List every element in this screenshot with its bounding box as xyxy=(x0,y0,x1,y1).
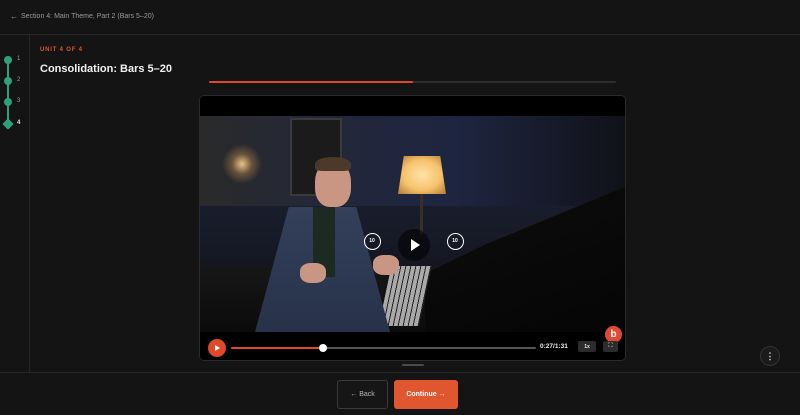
page-title: Consolidation: Bars 5–20 xyxy=(40,63,173,75)
step-rail: 1 2 3 4 xyxy=(0,35,30,372)
more-vertical-icon: ⋮ xyxy=(765,350,775,361)
player-controls: 0:27/1:31 1x ⛶ xyxy=(200,337,625,360)
presenter-hair xyxy=(315,157,351,171)
step-rail-line xyxy=(7,60,9,124)
seek-bar[interactable] xyxy=(231,344,536,352)
rewind-icon: 10 xyxy=(363,232,381,250)
seek-handle[interactable] xyxy=(318,344,327,352)
step-1[interactable]: 1 xyxy=(4,55,28,65)
play-button[interactable] xyxy=(208,339,226,357)
footer-bar: ← Back Continue → xyxy=(0,372,800,415)
seek-played xyxy=(231,347,323,349)
play-icon xyxy=(410,239,420,251)
step-number: 3 xyxy=(17,98,21,104)
top-bar: ← Section 4: Main Theme, Part 2 (Bars 5–… xyxy=(0,0,800,35)
play-icon xyxy=(215,345,220,351)
scene-lamp-pole xyxy=(420,194,423,234)
fullscreen-button[interactable]: ⛶ xyxy=(603,341,618,352)
step-3[interactable]: 3 xyxy=(4,97,28,107)
back-button-label: Back xyxy=(359,391,375,398)
arrow-left-icon: ← xyxy=(350,391,358,398)
arrow-left-icon: ← xyxy=(10,12,18,21)
center-play-button[interactable] xyxy=(398,229,430,261)
step-dot-icon xyxy=(4,56,12,64)
scene-piano xyxy=(425,186,625,332)
section-back-label: Section 4: Main Theme, Part 2 (Bars 5–20… xyxy=(21,13,154,20)
playback-speed-button[interactable]: 1x xyxy=(578,341,596,352)
step-current-icon xyxy=(2,118,14,130)
resize-handle[interactable] xyxy=(402,364,424,366)
presenter-hand-right xyxy=(373,255,399,275)
more-options-button[interactable]: ⋮ xyxy=(760,346,780,366)
rewind-button[interactable]: 10 xyxy=(360,229,384,253)
continue-button-label: Continue xyxy=(406,391,437,398)
forward-icon: 10 xyxy=(446,232,464,250)
step-dot-icon xyxy=(4,98,12,106)
video-frame[interactable]: 10 10 ✱ xyxy=(200,116,625,332)
forward-button[interactable]: 10 xyxy=(443,229,467,253)
step-number: 4 xyxy=(17,120,21,126)
section-back-link[interactable]: ← Section 4: Main Theme, Part 2 (Bars 5–… xyxy=(10,12,154,21)
step-number: 1 xyxy=(17,56,21,62)
lesson-progress-bar xyxy=(209,81,616,83)
scene-lampshade xyxy=(398,156,446,194)
time-display: 0:27/1:31 xyxy=(540,343,568,350)
fullscreen-icon: ⛶ xyxy=(608,343,613,349)
continue-button[interactable]: Continue → xyxy=(394,380,458,409)
lesson-progress-fill xyxy=(209,81,413,83)
video-player[interactable]: 10 10 ✱ b 0:27/1:31 1x ⛶ xyxy=(199,95,626,361)
step-dot-icon xyxy=(4,77,12,85)
back-button[interactable]: ← Back xyxy=(337,380,388,409)
arrow-right-icon: → xyxy=(438,391,446,398)
presenter-hand-left xyxy=(300,263,326,283)
unit-label: UNIT 4 OF 4 xyxy=(40,47,83,53)
step-4[interactable]: 4 xyxy=(2,118,28,130)
step-number: 2 xyxy=(17,77,21,83)
step-2[interactable]: 2 xyxy=(4,76,28,86)
